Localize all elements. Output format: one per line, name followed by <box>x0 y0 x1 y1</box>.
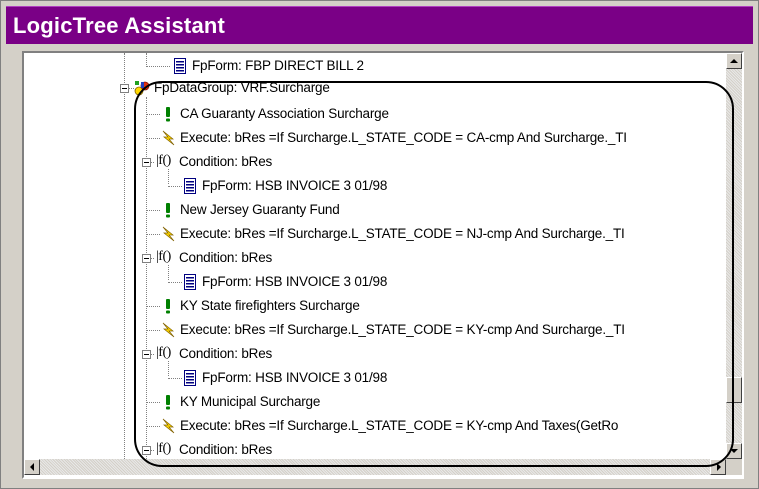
tree-item-label: Execute: bRes =If Surcharge.L_STATE_CODE… <box>180 418 619 433</box>
title-bar[interactable]: LogicTree Assistant <box>6 6 753 44</box>
execute-icon <box>162 226 175 242</box>
tree-item-datagroup[interactable]: FpDataGroup: VRF.Surcharge <box>24 79 724 98</box>
tree-item-form[interactable]: FpForm: FBP DIRECT BILL 2 <box>24 57 724 76</box>
tree-item-condition[interactable]: |f() Condition: bRes <box>24 249 724 268</box>
tree-item-condition[interactable]: |f() Condition: bRes <box>24 441 724 459</box>
exclamation-icon <box>166 299 170 314</box>
form-icon <box>174 58 186 74</box>
tree-item-form[interactable]: FpForm: HSB INVOICE 3 01/98 <box>24 273 724 292</box>
tree-item-label: Execute: bRes =If Surcharge.L_STATE_CODE… <box>180 322 625 337</box>
collapse-toggle[interactable] <box>142 254 151 263</box>
scroll-up-button[interactable] <box>726 53 742 69</box>
scroll-up-arrow-icon <box>730 59 738 63</box>
tree-item-execute[interactable]: Execute: bRes =If Surcharge.L_STATE_CODE… <box>24 321 724 340</box>
vertical-scroll-thumb[interactable] <box>726 377 742 403</box>
scrollbar-corner <box>726 459 742 475</box>
scroll-right-arrow-icon <box>717 463 721 471</box>
tree-item-label: Execute: bRes =If Surcharge.L_STATE_CODE… <box>180 226 625 241</box>
tree-item-label: Condition: bRes <box>179 154 273 169</box>
vertical-scrollbar[interactable] <box>726 53 742 459</box>
tree-item-form[interactable]: FpForm: HSB INVOICE 3 01/98 <box>24 177 724 196</box>
scroll-down-button[interactable] <box>726 443 742 459</box>
scroll-down-arrow-icon <box>730 449 738 453</box>
tree-panel: FpForm: FBP DIRECT BILL 2 FpDataGroup: V… <box>22 51 744 479</box>
scroll-right-button[interactable] <box>710 459 726 475</box>
tree-item-label: Condition: bRes <box>179 346 273 361</box>
exclamation-icon <box>166 107 170 122</box>
tree-item-description[interactable]: CA Guaranty Association Surcharge <box>24 105 724 124</box>
tree-item-form[interactable]: FpForm: HSB INVOICE 3 01/98 <box>24 369 724 388</box>
tree-item-condition[interactable]: |f() Condition: bRes <box>24 345 724 364</box>
scroll-left-arrow-icon <box>30 463 34 471</box>
tree-item-execute[interactable]: Execute: bRes =If Surcharge.L_STATE_CODE… <box>24 225 724 244</box>
execute-icon <box>162 322 175 338</box>
execute-icon <box>162 130 175 146</box>
tree-item-label: Condition: bRes <box>179 442 273 457</box>
condition-icon: |f() <box>156 441 171 456</box>
logictree-assistant-window: LogicTree Assistant FpForm: FBP DIRECT B… <box>0 0 759 489</box>
tree-item-label: KY State firefighters Surcharge <box>180 298 360 313</box>
tree-item-description[interactable]: New Jersey Guaranty Fund <box>24 201 724 220</box>
condition-icon: |f() <box>156 249 171 264</box>
window-title: LogicTree Assistant <box>13 13 226 38</box>
condition-icon: |f() <box>156 345 171 360</box>
horizontal-scrollbar[interactable] <box>24 459 726 475</box>
tree-item-label: KY Municipal Surcharge <box>180 394 321 409</box>
tree-item-label: FpForm: FBP DIRECT BILL 2 <box>192 58 364 73</box>
tree-item-execute[interactable]: Execute: bRes =If Surcharge.L_STATE_CODE… <box>24 129 724 148</box>
tree-item-label: FpDataGroup: VRF.Surcharge <box>154 80 330 95</box>
tree-item-label: CA Guaranty Association Surcharge <box>180 106 389 121</box>
collapse-toggle[interactable] <box>142 158 151 167</box>
tree-item-description[interactable]: KY State firefighters Surcharge <box>24 297 724 316</box>
exclamation-icon <box>166 203 170 218</box>
tree-item-description[interactable]: KY Municipal Surcharge <box>24 393 724 412</box>
condition-icon: |f() <box>156 153 171 168</box>
exclamation-icon <box>166 395 170 410</box>
execute-icon <box>162 418 175 434</box>
form-icon <box>184 178 196 194</box>
scroll-left-button[interactable] <box>24 459 40 475</box>
tree-item-label: New Jersey Guaranty Fund <box>180 202 340 217</box>
logic-tree[interactable]: FpForm: FBP DIRECT BILL 2 FpDataGroup: V… <box>24 53 726 459</box>
collapse-toggle[interactable] <box>142 350 151 359</box>
form-icon <box>184 370 196 386</box>
form-icon <box>184 274 196 290</box>
collapse-toggle[interactable] <box>120 84 129 93</box>
tree-item-label: FpForm: HSB INVOICE 3 01/98 <box>202 274 388 289</box>
datagroup-icon <box>134 81 150 96</box>
tree-item-condition[interactable]: |f() Condition: bRes <box>24 153 724 172</box>
tree-item-label: FpForm: HSB INVOICE 3 01/98 <box>202 178 388 193</box>
tree-item-label: FpForm: HSB INVOICE 3 01/98 <box>202 370 388 385</box>
collapse-toggle[interactable] <box>142 446 151 455</box>
tree-item-label: Execute: bRes =If Surcharge.L_STATE_CODE… <box>180 130 627 145</box>
tree-item-execute[interactable]: Execute: bRes =If Surcharge.L_STATE_CODE… <box>24 417 724 436</box>
tree-item-label: Condition: bRes <box>179 250 273 265</box>
